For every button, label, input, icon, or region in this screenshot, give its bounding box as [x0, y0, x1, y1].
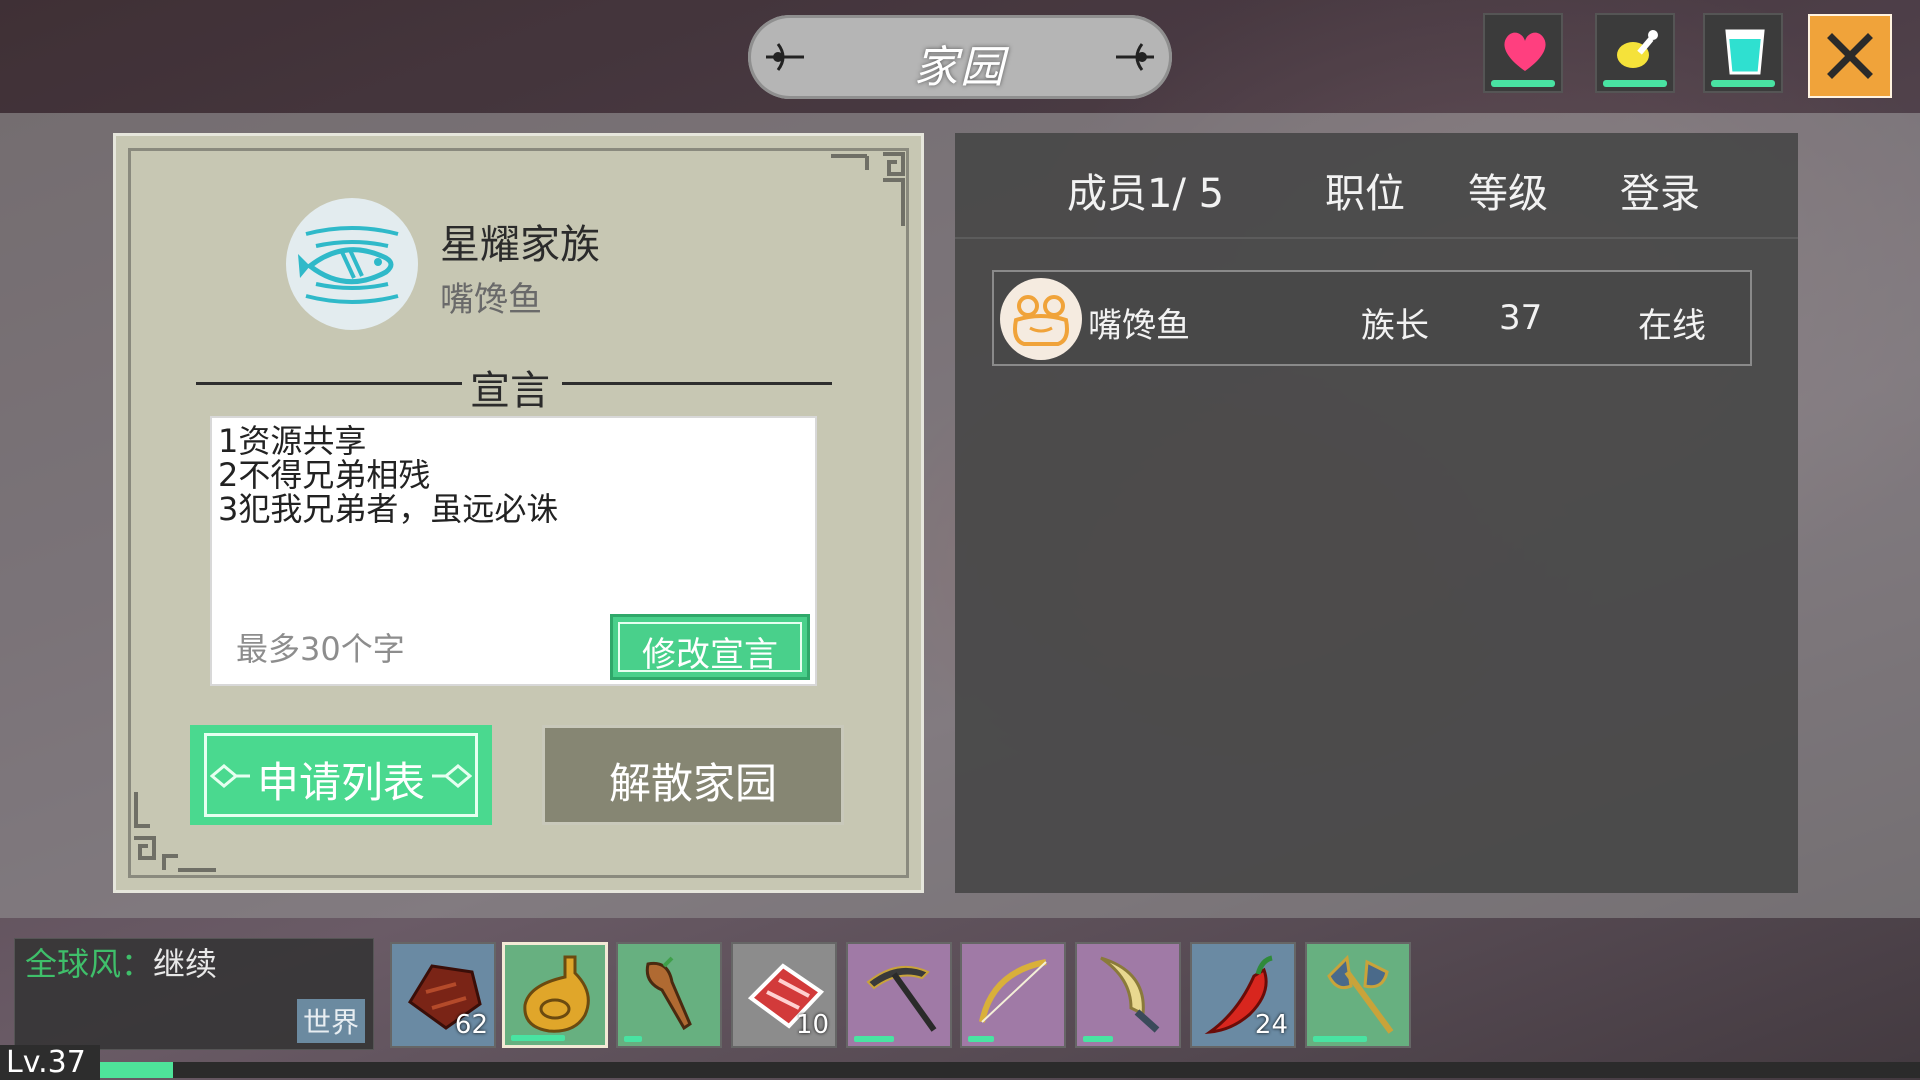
club-icon: [645, 956, 692, 1031]
hotbar-slot-1[interactable]: 62: [390, 942, 496, 1048]
water-cup-icon: [1725, 29, 1765, 75]
window-title: 家园: [914, 42, 1006, 93]
corner-ornament-top-right-icon: [831, 152, 905, 226]
chat-box[interactable]: 全球风：继续 世界: [14, 938, 374, 1050]
hotbar-slot-9[interactable]: [1305, 942, 1411, 1048]
hotbar-slot-5[interactable]: [846, 942, 952, 1048]
health-bar: [1491, 80, 1555, 87]
member-login-status: 在线: [1638, 306, 1706, 346]
ornament-right-icon: [432, 764, 472, 788]
level-header: 等级: [1468, 171, 1548, 217]
edit-declaration-button[interactable]: 修改宣言: [610, 614, 810, 680]
player-level: Lv.37: [0, 1045, 100, 1080]
heart-icon: [1504, 32, 1546, 71]
frog-avatar-icon: [1013, 295, 1069, 346]
fish-icon: [298, 226, 399, 304]
declaration-title: 宣言: [470, 368, 550, 414]
bow-icon: [979, 959, 1047, 1023]
pickaxe-icon: [866, 965, 937, 1032]
item-durability-bar: [1313, 1036, 1367, 1042]
clan-emblem: [286, 198, 418, 330]
item-count: 62: [454, 1010, 488, 1040]
hotbar-slot-4[interactable]: 10: [731, 942, 837, 1048]
members-panel: 成员1/ 5 职位 等级 登录 嘴馋鱼 族长 37 在线: [955, 133, 1798, 893]
title-ornament-right-icon: [1116, 43, 1154, 71]
declaration-line: 3犯我兄弟者，虽远必诛: [218, 490, 559, 528]
declaration-line: 2不得兄弟相残: [218, 456, 431, 494]
water-status[interactable]: [1703, 13, 1783, 93]
dissolve-home-button[interactable]: 解散家园: [542, 725, 844, 825]
item-durability-bar: [511, 1035, 565, 1041]
close-icon: [1827, 33, 1873, 79]
apply-list-button[interactable]: 申请列表: [190, 725, 492, 825]
member-avatar: [1000, 278, 1082, 360]
item-durability-bar: [624, 1036, 642, 1042]
item-count: 10: [795, 1010, 829, 1040]
hotbar-slot-2[interactable]: [502, 942, 608, 1048]
login-header: 登录: [1620, 171, 1700, 217]
dissolve-home-label: 解散家园: [608, 759, 777, 808]
edit-declaration-label: 修改宣言: [642, 635, 778, 675]
experience-bar: [100, 1062, 1920, 1078]
hotbar-slot-3[interactable]: [616, 942, 722, 1048]
item-durability-bar: [968, 1036, 994, 1042]
water-bar: [1711, 80, 1775, 87]
chat-text: 继续: [153, 945, 218, 983]
declaration-textarea[interactable]: 1资源共享 2不得兄弟相残 3犯我兄弟者，虽远必诛 最多30个字 修改宣言: [210, 416, 817, 686]
declaration-divider-right: [562, 382, 832, 385]
members-count-header: 成员1/ 5: [1067, 171, 1225, 217]
member-name: 嘴馋鱼: [1088, 306, 1190, 346]
chat-message: 全球风：继续: [25, 939, 217, 985]
item-durability-bar: [854, 1036, 894, 1042]
claw-blade-icon: [1100, 956, 1160, 1033]
declaration-divider-left: [196, 382, 462, 385]
chat-channel: 全球风：: [25, 945, 154, 983]
member-row[interactable]: 嘴馋鱼 族长 37 在线: [992, 270, 1752, 366]
clan-leader-name: 嘴馋鱼: [440, 280, 542, 320]
header-separator: [955, 237, 1798, 239]
close-button[interactable]: [1808, 14, 1892, 98]
position-header: 职位: [1325, 171, 1405, 217]
hotbar-slot-8[interactable]: 24: [1190, 942, 1296, 1048]
hotbar-slot-6[interactable]: [960, 942, 1066, 1048]
hotbar-slot-7[interactable]: [1075, 942, 1181, 1048]
clan-name: 星耀家族: [440, 222, 600, 268]
item-count: 24: [1254, 1010, 1288, 1040]
food-status[interactable]: [1595, 13, 1675, 93]
experience-bar-fill: [100, 1062, 173, 1078]
item-durability-bar: [1083, 1036, 1113, 1042]
chat-channel-tag[interactable]: 世界: [296, 999, 365, 1043]
declaration-char-limit-hint: 最多30个字: [236, 630, 405, 668]
food-bar: [1603, 80, 1667, 87]
declaration-line: 1资源共享: [218, 422, 367, 460]
drumstick-icon: [1617, 30, 1658, 68]
health-status[interactable]: [1483, 13, 1563, 93]
window-title-bar: 家园: [748, 15, 1172, 99]
member-position: 族长: [1361, 306, 1429, 346]
member-level: 37: [1499, 298, 1543, 338]
battle-axe-icon: [1327, 954, 1394, 1034]
water-flask-icon: [523, 955, 590, 1033]
